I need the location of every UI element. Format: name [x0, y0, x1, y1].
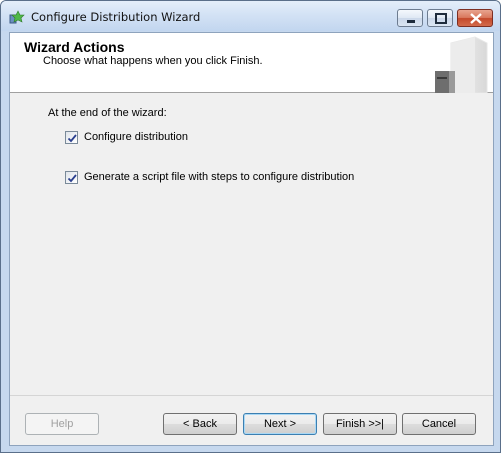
page-title: Wizard Actions: [24, 39, 125, 55]
checkmark-icon: [67, 134, 77, 143]
finish-button[interactable]: Finish >>|: [323, 413, 397, 435]
page-subtitle: Choose what happens when you click Finis…: [43, 55, 263, 67]
configure-distribution-label[interactable]: Configure distribution: [84, 131, 188, 143]
generate-script-label[interactable]: Generate a script file with steps to con…: [84, 171, 354, 183]
cancel-button[interactable]: Cancel: [402, 413, 476, 435]
actions-label: At the end of the wizard:: [48, 107, 167, 119]
checkmark-icon: [67, 174, 77, 183]
minimize-icon: [407, 20, 415, 23]
footer-divider: [10, 395, 493, 396]
wizard-window: Configure Distribution Wizard Wizard Act…: [0, 0, 501, 453]
wizard-app-icon: [9, 9, 25, 25]
back-button[interactable]: < Back: [163, 413, 237, 435]
server-graphic-icon: [435, 36, 488, 93]
title-bar[interactable]: Configure Distribution Wizard: [1, 1, 500, 31]
minimize-button[interactable]: [397, 9, 423, 27]
window-title: Configure Distribution Wizard: [31, 10, 201, 24]
close-button[interactable]: [457, 9, 493, 27]
generate-script-checkbox[interactable]: [65, 171, 78, 184]
maximize-button[interactable]: [427, 9, 453, 27]
next-button[interactable]: Next >: [243, 413, 317, 435]
maximize-icon: [435, 13, 447, 24]
close-icon: [470, 13, 482, 24]
help-button[interactable]: Help: [25, 413, 99, 435]
wizard-header: Wizard Actions Choose what happens when …: [10, 33, 493, 93]
wizard-client-area: Wizard Actions Choose what happens when …: [9, 32, 494, 446]
configure-distribution-checkbox[interactable]: [65, 131, 78, 144]
